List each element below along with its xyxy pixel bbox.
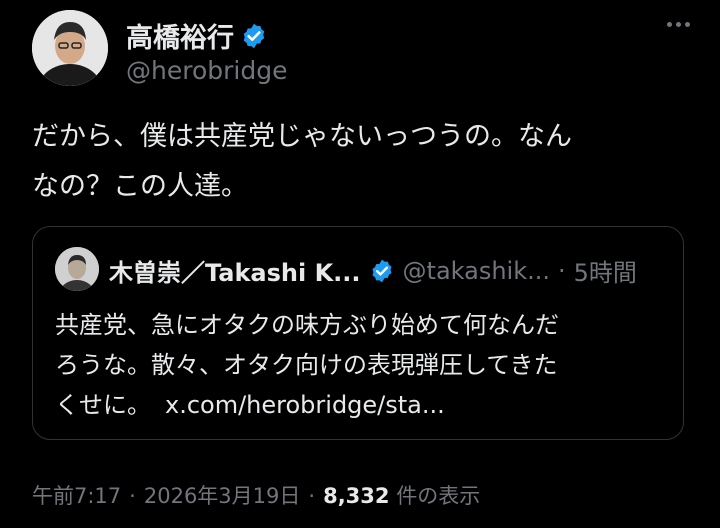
quoted-tweet-card[interactable]: 木曽崇／Takashi K... @takashik... · 5時間 共産党、…: [32, 226, 684, 440]
quoted-display-name: 木曽崇／Takashi K...: [109, 259, 361, 287]
tweet-meta: 午前7:17 · 2026年3月19日 · 8,332 件の表示: [32, 480, 480, 510]
separator-dot: ·: [308, 484, 316, 508]
quoted-link[interactable]: x.com/herobridge/sta...: [165, 391, 445, 419]
quoted-tweet-text: 共産党、急にオタクの味方ぶり始めて何なんだ ろうな。散々、オタク向けの表現弾圧し…: [55, 305, 665, 425]
author-name-row: 高橋裕行: [126, 16, 268, 55]
tweet-text: だから、僕は共産党じゃないっつうの。なん なの？この人達。: [32, 112, 692, 212]
quoted-text-line: ろうな。散々、オタク向けの表現弾圧してきた: [55, 351, 558, 379]
quoted-text-tail: くせに。: [55, 391, 151, 419]
tweet-text-line: なの？この人達。: [32, 171, 248, 202]
tweet-time[interactable]: 午前7:17: [32, 484, 121, 508]
quoted-author-avatar: [55, 247, 99, 291]
author-display-name[interactable]: 高橋裕行: [126, 16, 234, 55]
quoted-text-line: 共産党、急にオタクの味方ぶり始めて何なんだ: [55, 311, 559, 339]
verified-badge-icon: [243, 23, 265, 48]
verified-badge-icon: [371, 259, 392, 282]
quoted-handle: @takashik...: [402, 256, 550, 285]
views-count[interactable]: 8,332: [323, 484, 389, 508]
separator-dot: ·: [558, 256, 566, 285]
tweet-header: 高橋裕行 @herobridge: [32, 10, 700, 86]
author-handle[interactable]: @herobridge: [126, 56, 287, 85]
separator-dot: ·: [129, 484, 136, 508]
author-avatar[interactable]: [32, 10, 108, 86]
views-label[interactable]: 件の表示: [396, 484, 480, 508]
more-horizontal-icon[interactable]: [667, 22, 690, 27]
quoted-text-line: くせに。 x.com/herobridge/sta...: [55, 385, 665, 425]
quoted-author-row: 木曽崇／Takashi K... @takashik... · 5時間: [109, 253, 637, 288]
quoted-timestamp: 5時間: [573, 259, 637, 287]
tweet-date[interactable]: 2026年3月19日: [144, 484, 301, 508]
tweet-text-line: だから、僕は共産党じゃないっつうの。なん: [32, 121, 572, 152]
